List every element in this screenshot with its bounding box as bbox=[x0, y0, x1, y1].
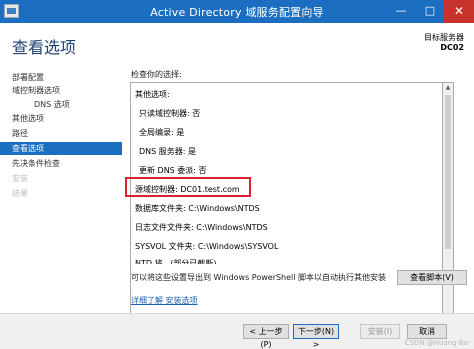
close-button[interactable]: ✕ bbox=[444, 0, 474, 23]
cancel-button[interactable]: 取消 bbox=[407, 324, 447, 339]
nav-item-review-options[interactable]: 查看选项 bbox=[0, 142, 122, 155]
next-button[interactable]: 下一步(N) > bbox=[293, 324, 339, 349]
wizard-nav: 部署配置 域控制器选项 DNS 选项 其他选项 路径 查看选项 先决条件检查 安… bbox=[0, 69, 122, 307]
nav-item-deployment-config[interactable]: 部署配置 bbox=[12, 71, 44, 84]
learn-more-link[interactable]: 详细了解 安装选项 bbox=[131, 295, 198, 306]
previous-button[interactable]: < 上一步(P) bbox=[243, 324, 289, 349]
review-line-sysvol-folder: SYSVOL 文件夹: C:\Windows\SYSVOL bbox=[135, 242, 279, 251]
review-line-dns-delegation: 更新 DNS 委派: 否 bbox=[139, 166, 207, 175]
watermark: CSDN @Huang-Bo bbox=[404, 339, 468, 347]
review-line-rodc: 只读域控制器: 否 bbox=[139, 109, 201, 118]
nav-item-paths[interactable]: 路径 bbox=[12, 127, 28, 140]
review-line-database-folder: 数据库文件夹: C:\Windows\NTDS bbox=[135, 204, 260, 213]
page-title: 查看选项 bbox=[12, 38, 77, 57]
maximize-button[interactable]: □ bbox=[416, 0, 444, 23]
review-line-global-catalog: 全局编录: 是 bbox=[139, 128, 185, 137]
export-script-text: 可以将这些设置导出到 Windows PowerShell 脚本以自动执行其他安… bbox=[131, 273, 387, 282]
target-server-label: 目标服务器 bbox=[424, 33, 464, 42]
install-button: 安装(I) bbox=[360, 324, 400, 339]
review-content: 检查你的选择: 其他选项: 只读域控制器: 否 全局编录: 是 DNS 服务器:… bbox=[125, 69, 467, 332]
view-script-button[interactable]: 查看脚本(V) bbox=[397, 270, 467, 285]
nav-item-results: 结果 bbox=[12, 189, 28, 198]
wizard-footer bbox=[0, 314, 474, 349]
review-scrollbar[interactable]: ▲ ▼ bbox=[443, 82, 454, 332]
title-bar: Active Directory 域服务配置向导 — □ ✕ bbox=[0, 0, 474, 23]
review-line-dns-server: DNS 服务器: 是 bbox=[139, 147, 197, 156]
scroll-thumb[interactable] bbox=[445, 95, 451, 249]
target-server-value: DC02 bbox=[440, 43, 464, 52]
review-line-additional-options: 其他选项: bbox=[135, 90, 170, 99]
nav-item-additional-options[interactable]: 其他选项 bbox=[12, 112, 44, 125]
review-line-log-folder: 日志文件文件夹: C:\Windows\NTDS bbox=[135, 223, 268, 232]
minimize-button[interactable]: — bbox=[387, 0, 415, 23]
highlight-annotation bbox=[125, 177, 251, 197]
wizard-header: 查看选项 目标服务器 DC02 bbox=[0, 23, 474, 69]
review-section-label: 检查你的选择: bbox=[131, 70, 182, 79]
review-line-truncated: NTD 将...(部分已截断) bbox=[135, 259, 217, 264]
nav-item-installation: 安装 bbox=[12, 174, 28, 183]
nav-item-dc-options[interactable]: 域控制器选项 bbox=[12, 84, 60, 97]
nav-item-prerequisites[interactable]: 先决条件检查 bbox=[12, 157, 60, 170]
nav-item-dns-options[interactable]: DNS 选项 bbox=[34, 98, 70, 111]
scroll-up-icon[interactable]: ▲ bbox=[443, 83, 453, 93]
